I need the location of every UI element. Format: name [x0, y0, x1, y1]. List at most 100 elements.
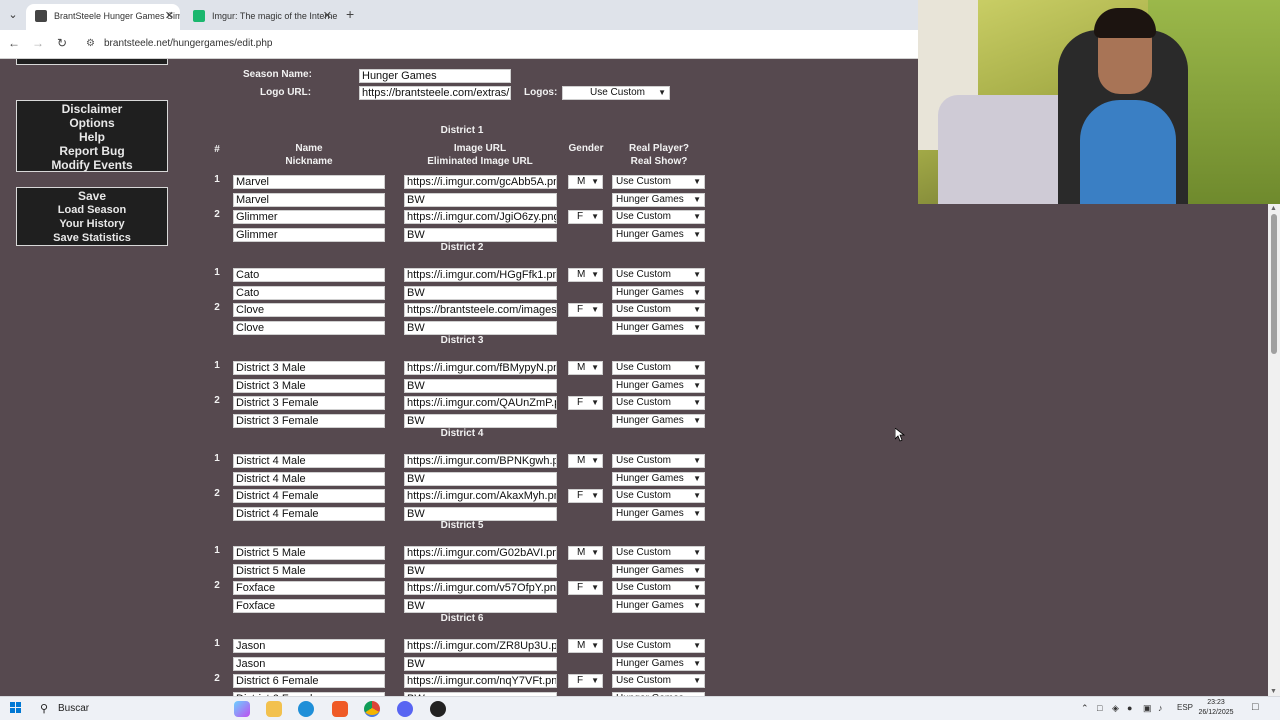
scrollbar-thumb[interactable] — [1271, 214, 1277, 354]
tribute-gender-select[interactable]: M ▼ — [568, 639, 603, 653]
logo-url-input[interactable]: https://brantsteele.com/extras/ — [359, 86, 511, 100]
url-field[interactable]: brantsteele.net/hungergames/edit.php — [104, 38, 272, 49]
menu-report-bug[interactable]: Report Bug — [17, 144, 167, 158]
tribute-eliminated-url-input[interactable]: BW — [404, 285, 557, 300]
tribute-eliminated-url-input[interactable]: BW — [404, 471, 557, 486]
tray-volume-icon[interactable]: ♪ — [1158, 703, 1163, 713]
menu-save[interactable]: Save — [17, 189, 167, 203]
edge-icon[interactable] — [298, 701, 314, 717]
tribute-image-url-input[interactable]: https://i.imgur.com/v57OfpY.png — [404, 581, 557, 595]
tray-network-icon[interactable]: ▣ — [1143, 703, 1152, 714]
windows-start-icon[interactable] — [10, 702, 22, 714]
tribute-real-player-select[interactable]: Use Custom ▼ — [612, 639, 705, 653]
tribute-name-input[interactable]: Cato — [233, 268, 385, 282]
forward-arrow-icon[interactable]: → — [30, 36, 46, 50]
tribute-real-player-select[interactable]: Use Custom ▼ — [612, 210, 705, 224]
tribute-eliminated-url-input[interactable]: BW — [404, 656, 557, 671]
taskbar-search-box[interactable]: ⚲ Buscar — [34, 699, 220, 719]
chrome-icon[interactable] — [364, 701, 380, 717]
tab-brantsteele[interactable]: BrantSteele Hunger Games Sim ✕ — [26, 4, 180, 30]
close-tab-icon[interactable]: ✕ — [165, 4, 174, 28]
menu-your-history[interactable]: Your History — [17, 217, 167, 231]
tribute-image-url-input[interactable]: https://i.imgur.com/fBMypyN.png — [404, 361, 557, 375]
tribute-real-player-select[interactable]: Use Custom ▼ — [612, 396, 705, 410]
tribute-real-show-select[interactable]: Hunger Games ▼ — [612, 506, 705, 521]
tribute-real-player-select[interactable]: Use Custom ▼ — [612, 268, 705, 282]
tribute-real-show-select[interactable]: Hunger Games ▼ — [612, 471, 705, 486]
tribute-image-url-input[interactable]: https://i.imgur.com/gcAbb5A.png — [404, 175, 557, 189]
tribute-image-url-input[interactable]: https://i.imgur.com/ZR8Up3U.png — [404, 639, 557, 653]
tribute-real-player-select[interactable]: Use Custom ▼ — [612, 454, 705, 468]
tray-app-icon[interactable]: □ — [1097, 703, 1102, 713]
tribute-real-player-select[interactable]: Use Custom ▼ — [612, 361, 705, 375]
tribute-gender-select[interactable]: F ▼ — [568, 581, 603, 595]
tribute-real-player-select[interactable]: Use Custom ▼ — [612, 581, 705, 595]
tribute-nickname-input[interactable]: District 3 Male — [233, 378, 385, 393]
back-arrow-icon[interactable]: ← — [6, 36, 22, 50]
tribute-gender-select[interactable]: F ▼ — [568, 396, 603, 410]
tribute-name-input[interactable]: District 4 Female — [233, 489, 385, 503]
tribute-gender-select[interactable]: M ▼ — [568, 268, 603, 282]
tribute-name-input[interactable]: Foxface — [233, 581, 385, 595]
tribute-real-show-select[interactable]: Hunger Games ▼ — [612, 563, 705, 578]
season-name-input[interactable]: Hunger Games — [359, 69, 511, 83]
tribute-nickname-input[interactable]: Cato — [233, 285, 385, 300]
tribute-real-show-select[interactable]: Hunger Games ▼ — [612, 192, 705, 207]
tribute-name-input[interactable]: District 3 Male — [233, 361, 385, 375]
tribute-image-url-input[interactable]: https://i.imgur.com/JgiO6zy.png — [404, 210, 557, 224]
notifications-icon[interactable]: □ — [1252, 701, 1259, 713]
tribute-eliminated-url-input[interactable]: BW — [404, 227, 557, 242]
tribute-real-player-select[interactable]: Use Custom ▼ — [612, 175, 705, 189]
menu-save-statistics[interactable]: Save Statistics — [17, 231, 167, 245]
tribute-image-url-input[interactable]: https://i.imgur.com/nqY7VFt.png — [404, 674, 557, 688]
tribute-nickname-input[interactable]: District 5 Male — [233, 563, 385, 578]
new-tab-button[interactable]: + — [346, 6, 354, 22]
tribute-gender-select[interactable]: F ▼ — [568, 674, 603, 688]
tribute-real-player-select[interactable]: Use Custom ▼ — [612, 303, 705, 317]
tribute-nickname-input[interactable]: Jason — [233, 656, 385, 671]
file-explorer-icon[interactable] — [266, 701, 282, 717]
menu-load-season[interactable]: Load Season — [17, 203, 167, 217]
tribute-real-show-select[interactable]: Hunger Games ▼ — [612, 598, 705, 613]
tribute-nickname-input[interactable]: District 4 Female — [233, 506, 385, 521]
tribute-real-show-select[interactable]: Hunger Games ▼ — [612, 320, 705, 335]
tribute-gender-select[interactable]: M ▼ — [568, 175, 603, 189]
tribute-nickname-input[interactable]: Marvel — [233, 192, 385, 207]
tribute-real-show-select[interactable]: Hunger Games ▼ — [612, 285, 705, 300]
tribute-gender-select[interactable]: F ▼ — [568, 489, 603, 503]
tribute-name-input[interactable]: Jason — [233, 639, 385, 653]
tribute-name-input[interactable]: District 4 Male — [233, 454, 385, 468]
taskbar-clock[interactable]: 23:23 26/12/2025 — [1196, 698, 1236, 718]
tribute-image-url-input[interactable]: https://i.imgur.com/QAUnZmP.png — [404, 396, 557, 410]
tribute-real-show-select[interactable]: Hunger Games ▼ — [612, 378, 705, 393]
site-info-icon[interactable]: ⚙ — [86, 38, 98, 50]
tribute-nickname-input[interactable]: Glimmer — [233, 227, 385, 242]
tab-imgur[interactable]: Imgur: The magic of the Interne ✕ — [184, 4, 338, 30]
tribute-name-input[interactable]: Marvel — [233, 175, 385, 189]
tribute-real-player-select[interactable]: Use Custom ▼ — [612, 674, 705, 688]
tribute-real-show-select[interactable]: Hunger Games ▼ — [612, 413, 705, 428]
tray-wifi-icon[interactable]: ◈ — [1112, 703, 1119, 714]
tribute-nickname-input[interactable]: District 3 Female — [233, 413, 385, 428]
tray-overflow-chevron-icon[interactable]: ⌃ — [1081, 703, 1089, 714]
tribute-gender-select[interactable]: M ▼ — [568, 361, 603, 375]
tribute-eliminated-url-input[interactable]: BW — [404, 563, 557, 578]
tribute-eliminated-url-input[interactable]: BW — [404, 320, 557, 335]
close-tab-icon[interactable]: ✕ — [323, 4, 332, 28]
tribute-real-show-select[interactable]: Hunger Games ▼ — [612, 656, 705, 671]
tribute-name-input[interactable]: Glimmer — [233, 210, 385, 224]
tray-language[interactable]: ESP — [1177, 703, 1193, 712]
tribute-real-show-select[interactable]: Hunger Games ▼ — [612, 227, 705, 242]
brave-icon[interactable] — [332, 701, 348, 717]
tribute-gender-select[interactable]: M ▼ — [568, 454, 603, 468]
menu-modify-events[interactable]: Modify Events — [17, 158, 167, 172]
page-scrollbar[interactable]: ▲ ▼ — [1268, 204, 1280, 696]
menu-disclaimer[interactable]: Disclaimer — [17, 102, 167, 116]
tribute-eliminated-url-input[interactable]: BW — [404, 598, 557, 613]
logos-select[interactable]: Use Custom ▼ — [562, 86, 670, 100]
tribute-eliminated-url-input[interactable]: BW — [404, 413, 557, 428]
tribute-gender-select[interactable]: F ▼ — [568, 210, 603, 224]
copilot-icon[interactable] — [234, 701, 250, 717]
tribute-eliminated-url-input[interactable]: BW — [404, 506, 557, 521]
tribute-nickname-input[interactable]: Clove — [233, 320, 385, 335]
